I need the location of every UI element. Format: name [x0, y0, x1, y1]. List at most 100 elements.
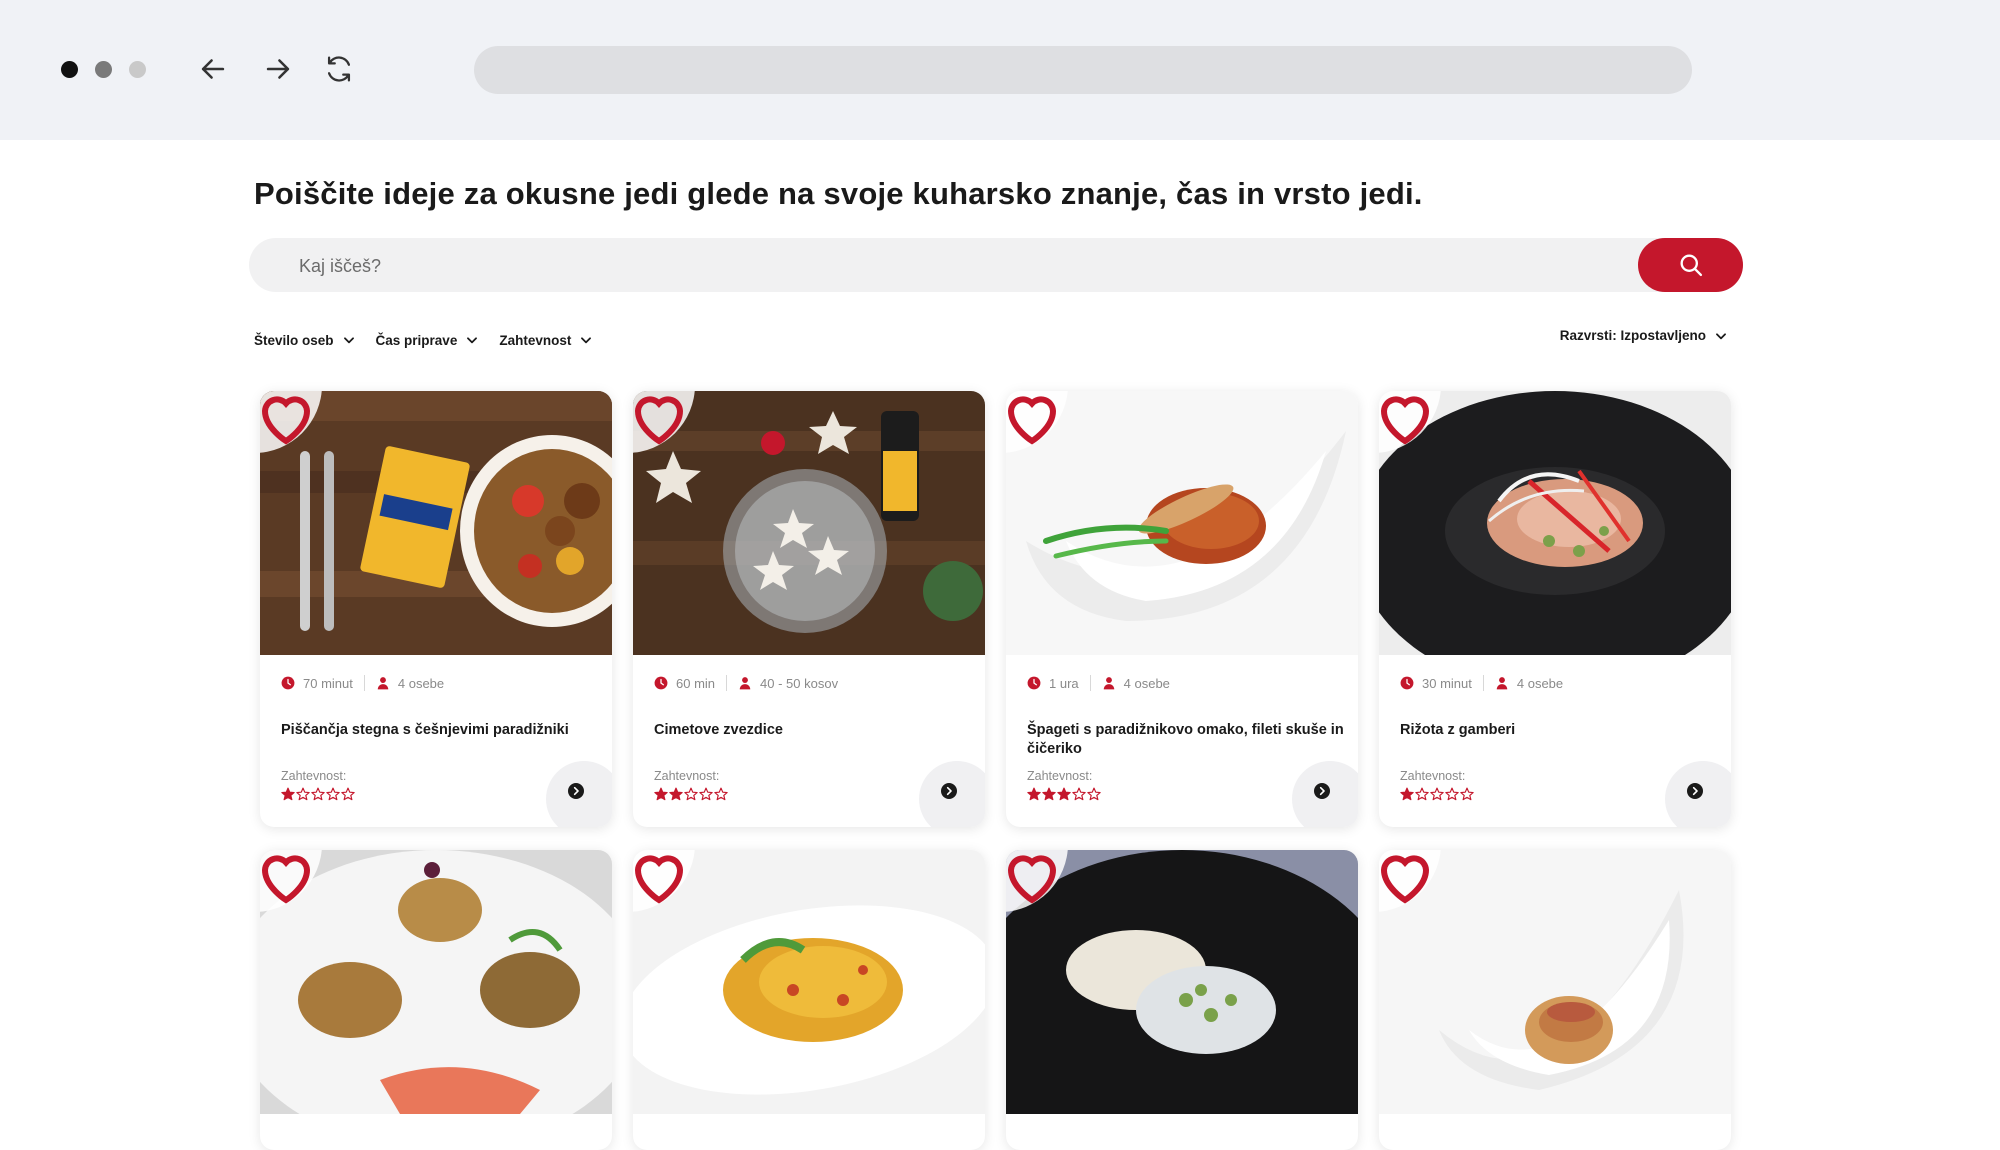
heart-icon — [634, 396, 684, 445]
favorite-button[interactable] — [1006, 850, 1068, 912]
reload-icon — [327, 56, 351, 82]
star-empty-icon — [341, 787, 355, 801]
recipe-persons: 4 osebe — [1123, 675, 1170, 691]
arrow-right-circle-icon — [1314, 783, 1330, 799]
star-empty-icon — [1460, 787, 1474, 801]
recipe-image[interactable] — [260, 391, 612, 655]
heart-icon — [1380, 396, 1430, 445]
window-minimize-dot[interactable] — [95, 61, 112, 78]
recipe-time: 1 ura — [1049, 675, 1079, 691]
window-maximize-dot[interactable] — [129, 61, 146, 78]
person-icon — [377, 677, 389, 690]
back-button[interactable] — [196, 52, 230, 86]
recipe-card[interactable] — [260, 850, 612, 1150]
star-empty-icon — [311, 787, 325, 801]
search-icon — [1680, 254, 1702, 277]
recipe-meta: 70 minut 4 osebe — [281, 675, 444, 691]
recipe-persons: 4 osebe — [1516, 675, 1564, 691]
heart-icon — [261, 396, 311, 445]
star-empty-icon — [1430, 787, 1444, 801]
sort-dropdown[interactable]: Razvrsti: Izpostavljeno — [1560, 328, 1728, 343]
filter-label: Čas priprave — [375, 332, 458, 348]
open-recipe-button[interactable] — [546, 761, 612, 827]
difficulty-label: Zahtevnost: — [1027, 769, 1093, 783]
meta-divider — [1482, 675, 1484, 691]
recipe-card[interactable] — [633, 850, 985, 1150]
difficulty-stars — [281, 787, 355, 801]
star-filled-icon — [654, 787, 668, 801]
recipe-card[interactable]: 30 minut 4 osebe Rižota z gamberi Zahtev… — [1379, 391, 1731, 827]
search-input[interactable] — [297, 238, 1601, 294]
filter-label: Zahtevnost — [499, 332, 572, 348]
star-filled-icon — [1400, 787, 1414, 801]
star-empty-icon — [684, 787, 698, 801]
star-empty-icon — [714, 787, 728, 801]
difficulty-label: Zahtevnost: — [281, 769, 347, 783]
person-icon — [1496, 677, 1508, 690]
filter-persons[interactable]: Število oseb — [254, 328, 356, 352]
recipe-title[interactable]: Rižota z gamberi — [1400, 721, 1720, 740]
favorite-button[interactable] — [260, 391, 322, 453]
window-close-dot[interactable] — [61, 61, 78, 78]
recipe-meta: 1 ura 4 osebe — [1027, 675, 1170, 691]
difficulty-stars — [1027, 787, 1101, 801]
recipe-card[interactable]: 70 minut 4 osebe Piščančja stegna s češn… — [260, 391, 612, 827]
recipe-card[interactable] — [1379, 850, 1731, 1150]
recipe-title[interactable]: Cimetove zvezdice — [654, 721, 974, 740]
favorite-button[interactable] — [1006, 391, 1068, 453]
meta-divider — [1089, 675, 1091, 691]
heart-icon — [1007, 396, 1057, 445]
star-empty-icon — [1087, 787, 1101, 801]
recipe-persons: 4 osebe — [397, 675, 445, 691]
recipe-card[interactable] — [1006, 850, 1358, 1150]
page-headline: Poiščite ideje za okusne jedi glede na s… — [254, 176, 1423, 211]
filter-prep-time[interactable]: Čas priprave — [376, 328, 480, 352]
difficulty-label: Zahtevnost: — [654, 769, 720, 783]
difficulty-stars — [654, 787, 728, 801]
heart-icon — [634, 855, 684, 904]
recipe-image[interactable] — [1379, 391, 1731, 655]
recipe-time: 70 minut — [303, 675, 353, 691]
open-recipe-button[interactable] — [1292, 761, 1358, 827]
favorite-button[interactable] — [260, 850, 322, 912]
recipe-image[interactable] — [1006, 391, 1358, 655]
chevron-down-icon — [467, 337, 478, 344]
recipe-card[interactable]: 60 min 40 - 50 kosov Cimetove zvezdice Z… — [633, 391, 985, 827]
recipe-time: 30 minut — [1422, 675, 1472, 691]
recipe-image[interactable] — [633, 850, 985, 1114]
filter-bar: Število oseb Čas priprave Zahtevnost — [254, 328, 593, 352]
address-bar[interactable] — [474, 46, 1692, 94]
recipe-image[interactable] — [1006, 850, 1358, 1114]
heart-icon — [1380, 855, 1430, 904]
star-empty-icon — [326, 787, 340, 801]
meta-divider — [363, 675, 365, 691]
arrow-right-circle-icon — [941, 783, 957, 799]
recipe-image[interactable] — [633, 391, 985, 655]
recipe-title[interactable]: Piščančja stegna s češnjevimi paradižnik… — [281, 721, 601, 740]
star-empty-icon — [1445, 787, 1459, 801]
favorite-button[interactable] — [633, 391, 695, 453]
chevron-down-icon — [343, 337, 354, 344]
search-button[interactable] — [1638, 238, 1743, 292]
recipe-image[interactable] — [1379, 850, 1731, 1114]
heart-icon — [1007, 855, 1057, 904]
star-filled-icon — [1057, 787, 1071, 801]
recipe-title[interactable]: Špageti s paradižnikovo omako, fileti sk… — [1027, 721, 1347, 759]
chevron-down-icon — [581, 337, 592, 344]
open-recipe-button[interactable] — [1665, 761, 1731, 827]
forward-button[interactable] — [261, 52, 295, 86]
favorite-button[interactable] — [633, 850, 695, 912]
favorite-button[interactable] — [1379, 850, 1441, 912]
recipe-image[interactable] — [260, 850, 612, 1114]
filter-difficulty[interactable]: Zahtevnost — [499, 328, 593, 352]
open-recipe-button[interactable] — [919, 761, 985, 827]
difficulty-label: Zahtevnost: — [1400, 769, 1466, 783]
reload-button[interactable] — [322, 52, 356, 86]
star-filled-icon — [281, 787, 295, 801]
favorite-button[interactable] — [1379, 391, 1441, 453]
clock-icon — [281, 676, 295, 690]
clock-icon — [654, 676, 668, 690]
arrow-right-circle-icon — [1687, 783, 1703, 799]
recipe-card[interactable]: 1 ura 4 osebe Špageti s paradižnikovo om… — [1006, 391, 1358, 827]
meta-divider — [726, 675, 728, 691]
